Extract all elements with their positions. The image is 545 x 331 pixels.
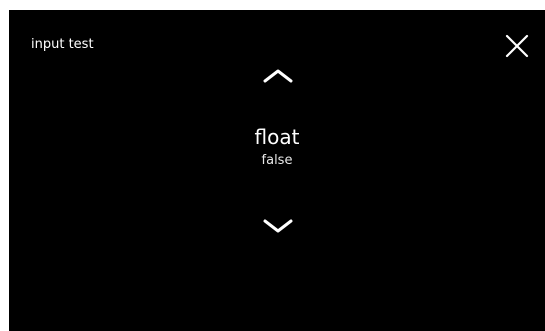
input-test-screen: input test float false xyxy=(9,10,545,331)
parameter-value: false xyxy=(261,153,293,168)
chevron-up-icon xyxy=(263,69,293,83)
increment-button[interactable] xyxy=(256,62,300,90)
decrement-button[interactable] xyxy=(256,212,300,240)
chevron-down-icon xyxy=(263,219,293,233)
parameter-name: float xyxy=(254,125,300,149)
value-display: float false xyxy=(9,124,545,170)
page-title: input test xyxy=(31,37,94,52)
close-icon xyxy=(505,34,529,58)
close-button[interactable] xyxy=(503,32,531,60)
